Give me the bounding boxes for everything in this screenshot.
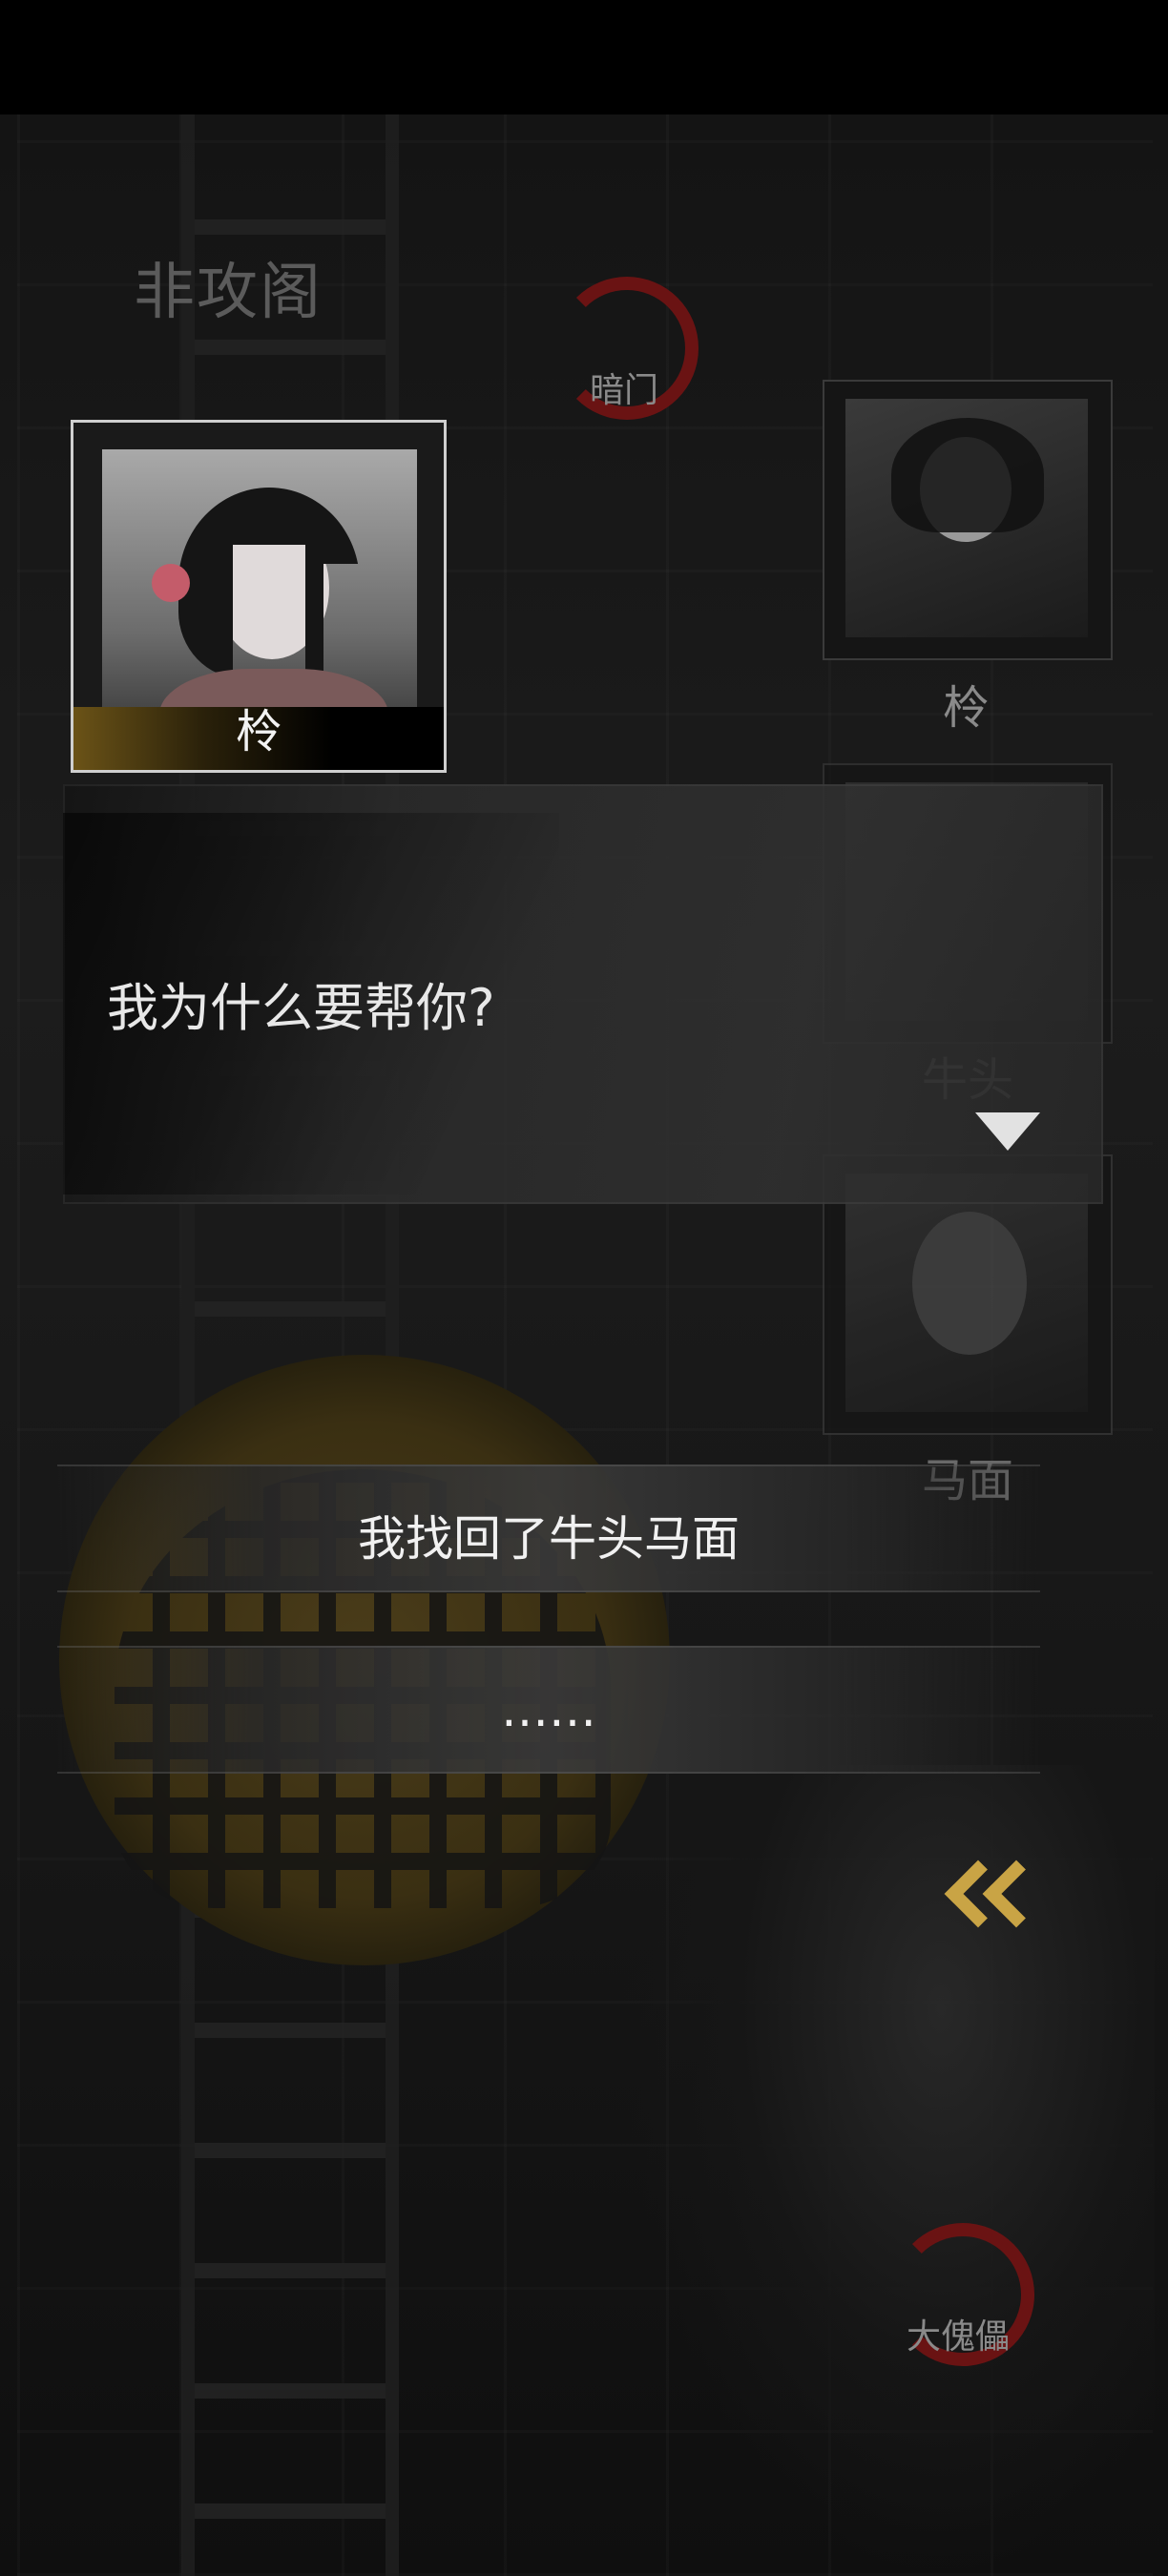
choice-option-1[interactable]: 我找回了牛头马面: [57, 1465, 1040, 1592]
choice-option-2[interactable]: ……: [57, 1646, 1040, 1774]
choice-text: ……: [501, 1682, 596, 1737]
choice-text: 我找回了牛头马面: [358, 1511, 740, 1567]
side-character-name: 柃: [942, 681, 989, 735]
character-portrait: [845, 1174, 1088, 1412]
character-portrait: [845, 399, 1088, 637]
location-title: 非攻阁: [134, 258, 323, 328]
dialog-text: 我为什么要帮你?: [107, 978, 495, 1038]
dark-figure: [620, 1765, 1155, 2576]
side-character-card-ling[interactable]: [823, 380, 1113, 660]
dialog-box[interactable]: 我为什么要帮你?: [63, 784, 1103, 1204]
speaker-portrait-frame: 柃: [71, 420, 447, 773]
speaker-name: 柃: [235, 705, 282, 758]
puppet-label[interactable]: 大傀儡: [907, 2309, 1010, 2358]
side-card-ling-caption: 柃: [823, 658, 1109, 773]
dark-gate-label[interactable]: 暗门: [590, 363, 658, 412]
advance-arrow-icon[interactable]: [975, 1112, 1040, 1151]
double-chevron-left-icon[interactable]: [944, 1859, 1059, 1946]
speaker-name-plate: 柃: [73, 705, 444, 770]
